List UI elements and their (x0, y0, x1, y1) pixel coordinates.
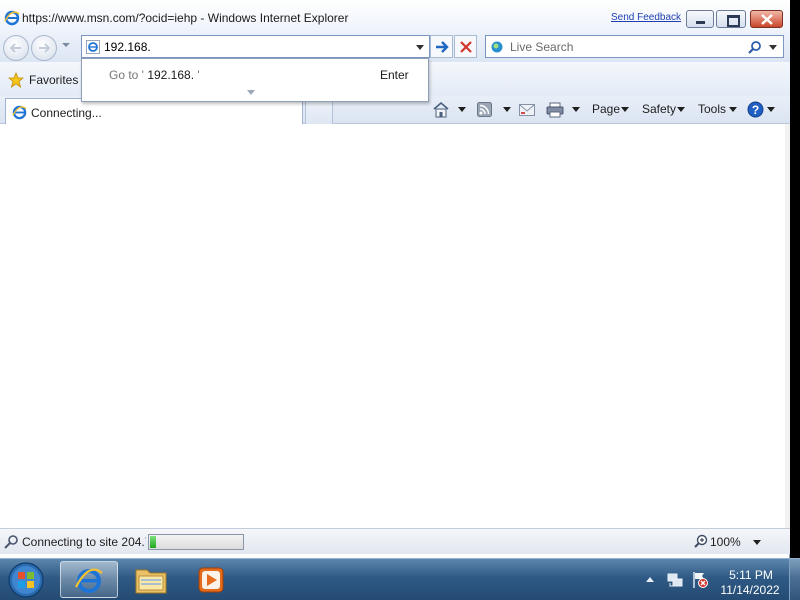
taskbar-media-player-button[interactable] (183, 561, 241, 598)
zoom-control[interactable]: 100% (694, 534, 764, 550)
zoom-icon (694, 534, 708, 548)
star-icon (8, 72, 24, 88)
favorites-label: Favorites (29, 73, 79, 87)
folder-icon (135, 569, 167, 594)
back-button[interactable] (3, 35, 29, 61)
forward-button[interactable] (31, 35, 57, 61)
expand-autocomplete-icon[interactable] (247, 90, 255, 95)
home-button[interactable] (432, 100, 470, 120)
help-dropdown-icon[interactable] (767, 107, 775, 112)
ie-icon (75, 568, 103, 593)
ie-icon (12, 105, 27, 120)
show-desktop-button[interactable] (789, 559, 800, 600)
help-menu[interactable]: ? (747, 100, 779, 120)
enter-hint: Enter (380, 68, 409, 82)
media-player-icon (198, 567, 224, 593)
address-dropdown-icon[interactable] (416, 45, 424, 50)
network-icon[interactable] (667, 572, 683, 588)
home-dropdown-icon[interactable] (458, 107, 466, 112)
help-icon: ? (747, 101, 764, 118)
search-options-dropdown[interactable] (769, 45, 777, 50)
zoom-dropdown-icon[interactable] (753, 540, 761, 545)
chevron-down-icon (729, 107, 737, 112)
rss-icon (477, 102, 492, 117)
goto-suffix: ' (197, 68, 200, 82)
search-box[interactable] (485, 35, 784, 58)
home-icon (433, 101, 449, 118)
taskbar-explorer-button[interactable] (122, 561, 180, 598)
chevron-down-icon (677, 107, 685, 112)
close-icon (761, 14, 773, 25)
progress-bar (148, 534, 244, 550)
page-menu-label: Page (592, 102, 621, 116)
chevron-down-icon (621, 107, 629, 112)
globe-search-icon (4, 535, 18, 549)
maximize-button[interactable] (716, 10, 746, 28)
go-button[interactable] (430, 35, 453, 58)
printer-icon (546, 102, 564, 118)
tools-menu-label: Tools (698, 102, 727, 116)
windows-start-orb[interactable] (4, 561, 48, 599)
live-search-icon (491, 41, 503, 53)
status-text: Connecting to site 204.7 (22, 535, 146, 549)
zoom-level: 100% (710, 535, 741, 549)
send-feedback-link[interactable]: Send Feedback (611, 12, 681, 23)
status-bar: Connecting to site 204.7 100% (0, 528, 790, 554)
feeds-button[interactable] (477, 100, 515, 120)
page-menu[interactable]: Page (592, 100, 636, 120)
print-dropdown-icon[interactable] (572, 107, 580, 112)
search-input[interactable] (510, 39, 740, 54)
autocomplete-goto-item[interactable]: Go to ' 192.168. ' (109, 68, 200, 82)
tab-label: Connecting... (31, 106, 102, 120)
address-input[interactable] (104, 39, 404, 54)
go-arrow-icon (436, 41, 449, 53)
show-hidden-icons-button[interactable] (646, 577, 654, 582)
clock-date[interactable]: 11/14/2022 (718, 583, 782, 597)
stop-button[interactable] (454, 35, 477, 58)
minimize-button[interactable] (686, 10, 714, 28)
svg-text:?: ? (752, 103, 759, 117)
close-button[interactable] (750, 10, 783, 28)
clock-time[interactable]: 5:11 PM (722, 568, 780, 582)
page-content[interactable] (0, 124, 785, 528)
magnifier-icon[interactable] (748, 40, 762, 54)
taskbar-ie-button[interactable] (60, 561, 118, 598)
ie-icon (4, 10, 20, 26)
browser-tab[interactable]: Connecting... (5, 98, 303, 125)
vertical-scrollbar[interactable] (785, 124, 790, 528)
flag-icon[interactable] (692, 571, 708, 589)
progress-fill (150, 536, 156, 548)
recent-pages-dropdown[interactable] (62, 43, 70, 47)
title-bar[interactable]: https://www.msn.com/?ocid=iehp - Windows… (0, 0, 790, 32)
safety-menu-label: Safety (642, 102, 677, 116)
forward-arrow-icon (39, 43, 50, 53)
feeds-dropdown-icon[interactable] (503, 107, 511, 112)
address-autocomplete: Go to ' 192.168. ' Enter (81, 58, 429, 102)
tools-menu[interactable]: Tools (698, 100, 740, 120)
taskbar: 5:11 PM 11/14/2022 (0, 558, 800, 600)
page-ie-icon (86, 40, 100, 54)
address-bar[interactable] (81, 35, 430, 58)
goto-address: 192.168. (143, 68, 198, 82)
window-title: https://www.msn.com/?ocid=iehp - Windows… (22, 11, 349, 25)
favorites-button[interactable]: Favorites (4, 70, 80, 90)
print-button[interactable] (546, 100, 582, 120)
back-arrow-icon (10, 43, 21, 53)
goto-prefix: Go to ' (109, 68, 144, 82)
mail-icon (519, 104, 535, 116)
read-mail-button[interactable] (519, 100, 539, 120)
stop-x-icon (460, 41, 472, 53)
safety-menu[interactable]: Safety (642, 100, 690, 120)
